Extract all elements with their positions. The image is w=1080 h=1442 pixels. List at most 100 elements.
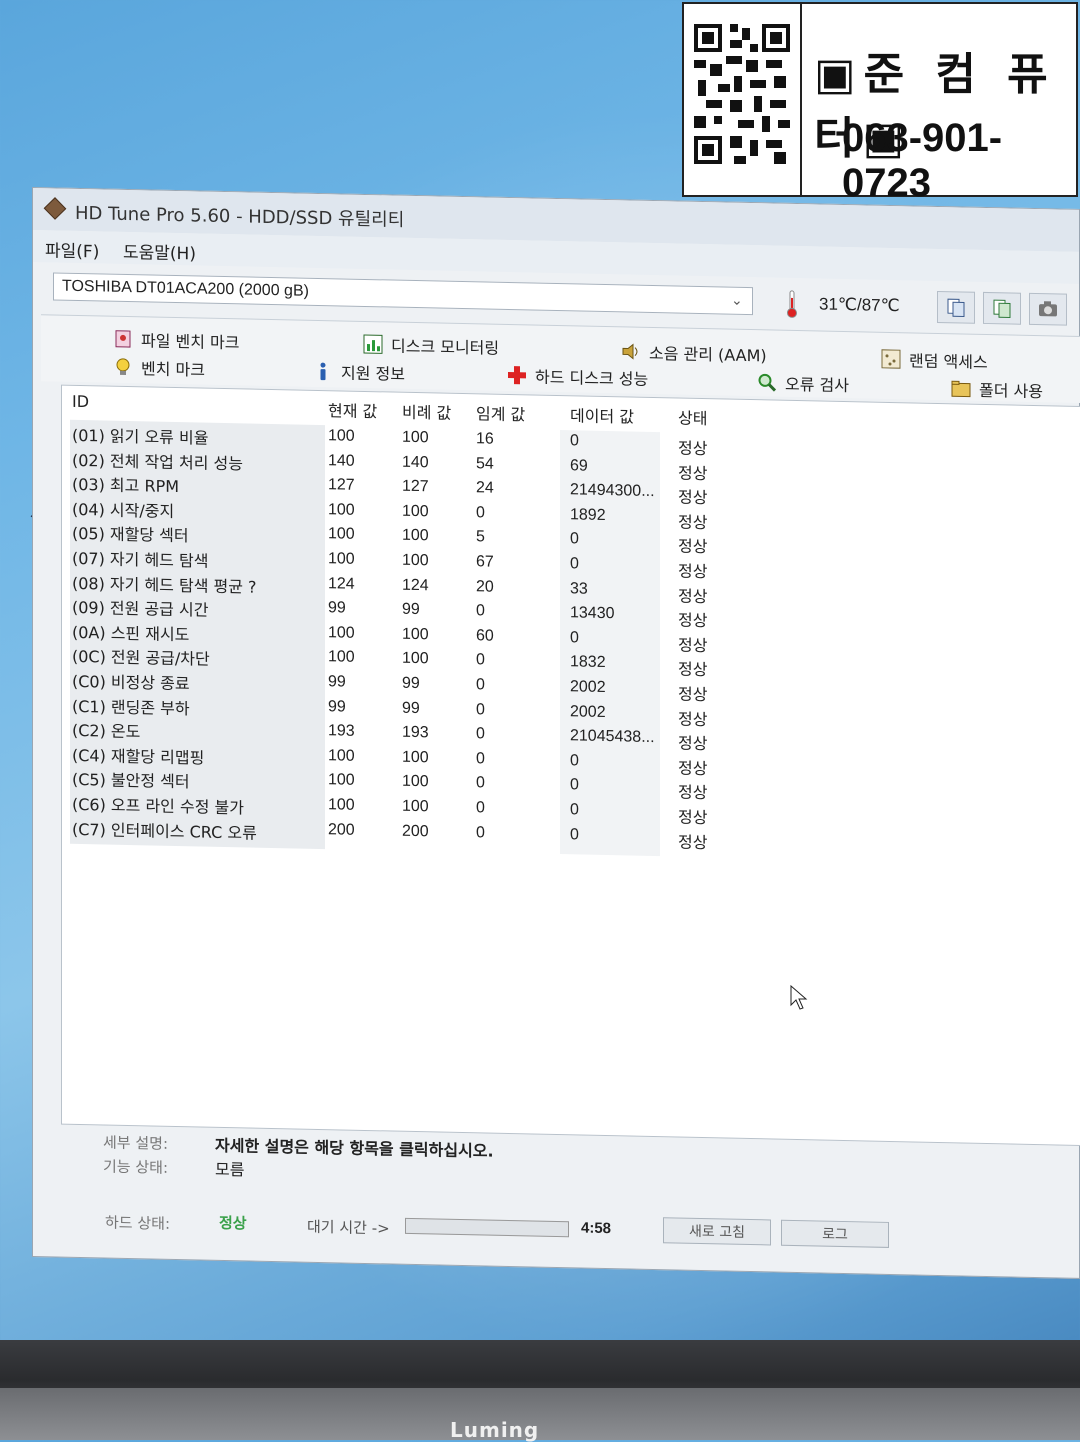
red-cross-icon [508, 366, 526, 385]
cell-current: 99 [328, 697, 346, 716]
hdd-status-label: 하드 상태: [105, 1213, 171, 1233]
file-benchmark-icon [115, 330, 131, 348]
refresh-button[interactable]: 새로 고침 [663, 1217, 771, 1246]
cell-current: 124 [328, 574, 355, 593]
cell-status: 정상 [678, 832, 708, 852]
tab-aam[interactable]: 소음 관리 (AAM) [621, 339, 767, 366]
tab-disk-monitor[interactable]: 디스크 모니터링 [363, 332, 499, 359]
info-icon [320, 362, 326, 381]
cell-current: 100 [328, 796, 355, 814]
copy-info-button[interactable] [937, 290, 975, 324]
menu-help[interactable]: 도움말(H) [123, 238, 196, 265]
tab-benchmark[interactable]: 벤치 마크 [113, 355, 205, 381]
header-worst[interactable]: 비례 값 [402, 399, 451, 424]
wait-label: 대기 시간 -> [307, 1217, 390, 1238]
cell-status: 정상 [678, 733, 708, 754]
cell-current: 99 [328, 599, 346, 617]
monitor-bezel-strip [0, 1388, 1080, 1440]
cell-current: 100 [328, 648, 355, 667]
cell-status: 정상 [678, 487, 708, 508]
cell-threshold: 0 [476, 602, 485, 620]
tab-label: 폴더 사용 [979, 380, 1043, 402]
cell-worst: 200 [402, 822, 429, 840]
tab-label: 랜덤 액세스 [909, 351, 988, 373]
cell-attribute: (C7) 인터페이스 CRC 오류 [72, 819, 257, 843]
cell-threshold: 20 [476, 577, 494, 596]
drive-select[interactable]: TOSHIBA DT01ACA200 (2000 gB) [53, 272, 753, 316]
cell-attribute: (0C) 전원 공급/차단 [72, 647, 210, 670]
log-button[interactable]: 로그 [781, 1219, 889, 1248]
header-id[interactable]: ID [72, 392, 89, 411]
cell-data: 2002 [570, 678, 606, 697]
tab-health[interactable]: 하드 디스크 성능 [507, 363, 648, 390]
cell-worst: 127 [402, 477, 429, 496]
cell-threshold: 0 [476, 700, 485, 719]
cell-attribute: (04) 시작/중지 [72, 499, 175, 521]
cell-threshold: 5 [476, 528, 485, 546]
cell-status: 정상 [678, 659, 708, 680]
cell-attribute: (05) 재할당 섹터 [72, 524, 189, 546]
cell-current: 100 [328, 746, 355, 765]
cell-threshold: 60 [476, 627, 494, 645]
cell-status: 정상 [678, 758, 708, 778]
cell-status: 정상 [678, 635, 708, 655]
temperature-readout: 31℃/87℃ [819, 294, 900, 316]
cell-status: 정상 [678, 684, 708, 705]
cell-status: 정상 [678, 586, 708, 606]
cell-threshold: 0 [476, 774, 485, 792]
tab-label: 디스크 모니터링 [391, 336, 500, 358]
cell-attribute: (C5) 불안정 섹터 [72, 770, 190, 792]
cell-threshold: 54 [476, 454, 494, 473]
cell-current: 100 [328, 500, 355, 519]
cell-data: 1832 [570, 653, 606, 672]
cell-data: 0 [570, 801, 579, 819]
cell-worst: 100 [402, 527, 429, 545]
tab-info[interactable]: 지원 정보 [313, 359, 405, 385]
header-data[interactable]: 데이터 값 [570, 402, 634, 427]
cell-worst: 99 [402, 674, 420, 693]
hdtune-window: HD Tune Pro 5.60 - HDD/SSD 유틸리티 파일(F) 도움… [32, 187, 1080, 1279]
cell-data: 69 [570, 456, 588, 475]
tab-file-benchmark[interactable]: 파일 벤치 마크 [113, 327, 240, 354]
cell-threshold: 0 [476, 823, 485, 842]
cell-data: 0 [570, 530, 579, 548]
cell-status: 정상 [678, 709, 708, 729]
header-current[interactable]: 현재 값 [328, 397, 377, 422]
header-threshold[interactable]: 임계 값 [476, 400, 525, 425]
cell-worst: 100 [402, 428, 429, 447]
menu-file[interactable]: 파일(F) [45, 236, 99, 262]
tab-label: 파일 벤치 마크 [141, 331, 240, 353]
cell-data: 33 [570, 579, 588, 598]
cell-worst: 140 [402, 453, 429, 471]
cell-threshold: 0 [476, 676, 485, 694]
tab-label: 오류 검사 [785, 374, 849, 396]
chevron-down-icon[interactable]: ⌄ [731, 293, 743, 309]
status-footer: 세부 설명: 자세한 설명은 해당 항목을 클릭하십시오. 기능 상태: 모름 … [73, 1129, 1073, 1270]
cell-threshold: 67 [476, 553, 494, 571]
cell-data: 0 [570, 825, 579, 844]
tab-label: 지원 정보 [341, 363, 405, 384]
cell-data: 0 [570, 629, 579, 647]
lightbulb-icon [116, 358, 130, 375]
cell-data: 0 [570, 752, 579, 770]
copy-all-icon [993, 299, 1011, 318]
cell-status: 정상 [678, 807, 708, 828]
cell-current: 99 [328, 673, 346, 691]
cell-threshold: 0 [476, 725, 485, 743]
tab-random-access[interactable]: 랜덤 액세스 [881, 347, 988, 373]
copy-all-button[interactable] [983, 291, 1021, 325]
screenshot-button[interactable] [1029, 292, 1067, 326]
cell-data: 13430 [570, 604, 615, 623]
monitor-brand: Luming [450, 1418, 540, 1442]
cell-threshold: 0 [476, 504, 485, 522]
cell-attribute: (C4) 재할당 리맵핑 [72, 745, 205, 768]
tab-folder-usage[interactable]: 폴더 사용 [951, 376, 1043, 402]
cell-attribute: (08) 자기 헤드 탐색 평균 ? [72, 573, 257, 597]
cell-data: 0 [570, 432, 579, 450]
cell-worst: 100 [402, 551, 429, 570]
header-status[interactable]: 상태 [678, 405, 707, 430]
magnifier-icon [758, 373, 777, 392]
cell-attribute: (C2) 온도 [72, 721, 141, 742]
tab-error-scan[interactable]: 오류 검사 [757, 370, 849, 396]
cell-current: 127 [328, 476, 355, 494]
